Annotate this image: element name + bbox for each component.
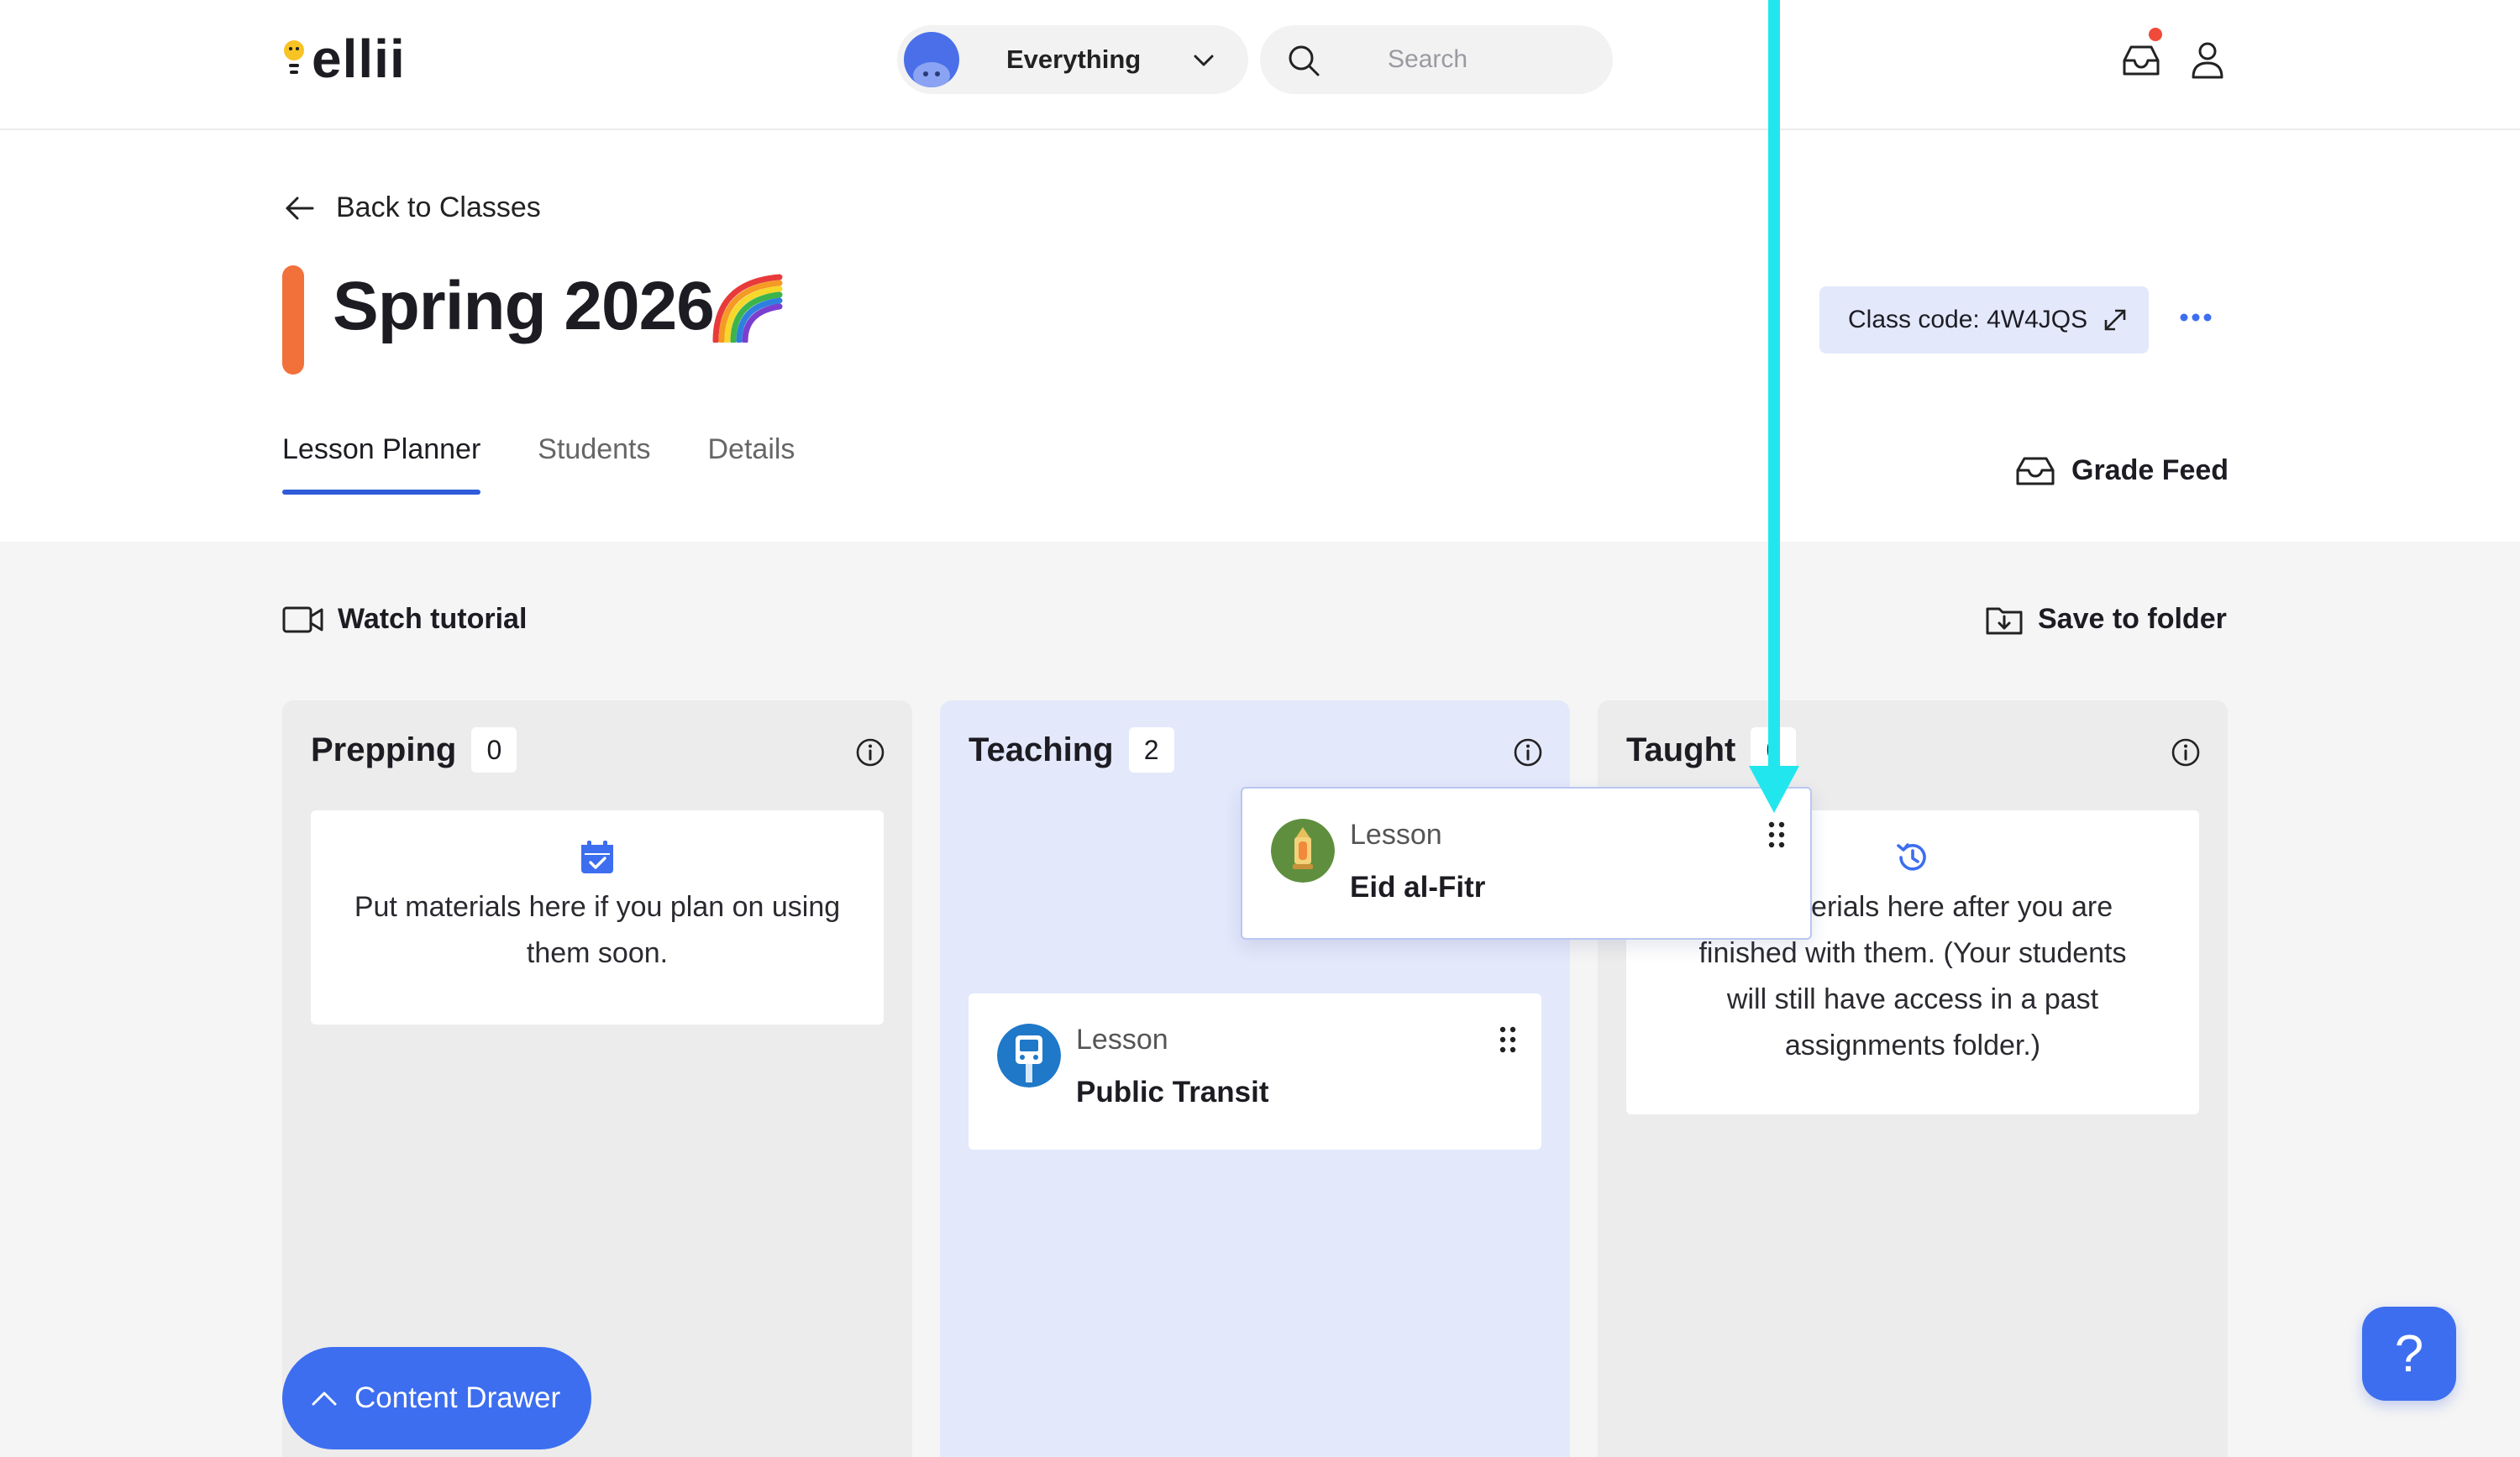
video-icon (282, 606, 323, 632)
content-drawer-label: Content Drawer (354, 1381, 561, 1414)
grade-feed-button[interactable]: Grade Feed (2014, 452, 2229, 489)
calendar-check-icon (581, 841, 613, 873)
save-to-folder-label: Save to folder (2038, 603, 2227, 635)
card-title: Eid al-Fitr (1350, 871, 1486, 904)
card-type-label: Lesson (1076, 1024, 1168, 1056)
inbox-icon[interactable] (2121, 42, 2161, 79)
column-title: Taught (1626, 731, 1736, 768)
column-title: Teaching (969, 731, 1114, 768)
prepping-placeholder-text: Put materials here if you plan on using … (354, 891, 841, 969)
content-filter-dropdown[interactable]: Everything (897, 25, 1248, 94)
search-bar (1260, 25, 1613, 94)
search-icon[interactable] (1287, 44, 1320, 77)
save-to-folder-button[interactable]: Save to folder (1986, 603, 2227, 636)
history-icon (1897, 843, 1926, 871)
tab-students[interactable]: Students (538, 433, 650, 495)
card-type-label: Lesson (1350, 819, 1442, 851)
info-icon[interactable] (855, 737, 885, 768)
back-to-classes-label: Back to Classes (336, 191, 541, 223)
lantern-thumbnail-icon (1271, 819, 1335, 883)
rainbow-icon (712, 274, 783, 343)
drag-handle-icon[interactable] (1498, 1025, 1518, 1054)
prepping-empty-placeholder: Put materials here if you plan on using … (311, 810, 884, 1025)
column-title: Prepping (311, 731, 457, 768)
top-navigation-bar: ellii Everything (0, 0, 2520, 130)
chevron-up-icon (312, 1391, 337, 1406)
lesson-card-public-transit[interactable]: Lesson Public Transit (969, 993, 1541, 1150)
user-icon[interactable] (2191, 40, 2224, 79)
column-count-badge: 0 (471, 727, 517, 773)
tab-details[interactable]: Details (708, 433, 795, 495)
tab-lesson-planner[interactable]: Lesson Planner (282, 433, 481, 495)
bus-stop-thumbnail-icon (997, 1024, 1061, 1088)
expand-icon (2104, 309, 2126, 331)
column-count-badge: 2 (1128, 727, 1174, 773)
info-icon[interactable] (2171, 737, 2201, 768)
ellii-logo[interactable]: ellii (281, 25, 406, 92)
drag-handle-icon[interactable] (1767, 820, 1787, 849)
chevron-down-icon (1194, 55, 1214, 66)
logo-wordmark: ellii (312, 29, 406, 89)
lesson-card-eid-al-fitr[interactable]: Lesson Eid al-Fitr (1241, 787, 1812, 940)
grade-feed-label: Grade Feed (2071, 453, 2229, 486)
column-header: Prepping 0 (311, 727, 517, 773)
watch-tutorial-button[interactable]: Watch tutorial (282, 603, 527, 636)
class-title: Spring 2026 (333, 268, 715, 344)
more-icon[interactable] (2179, 311, 2213, 324)
info-icon[interactable] (1513, 737, 1543, 768)
class-code-button[interactable]: Class code: 4W4JQS (1819, 286, 2149, 354)
drag-direction-arrow (1749, 0, 1799, 813)
class-color-bar (282, 265, 304, 375)
notification-dot (2149, 28, 2162, 41)
column-header: Teaching 2 (969, 727, 1174, 773)
column-prepping[interactable]: Prepping 0 Put materials here if you pla… (282, 700, 912, 1457)
class-tabs: Lesson Planner Students Details (282, 433, 852, 495)
help-button[interactable]: ? (2362, 1307, 2456, 1401)
card-title: Public Transit (1076, 1076, 1269, 1108)
filter-avatar-icon (904, 32, 959, 87)
arrow-left-icon (286, 197, 314, 219)
inbox-icon (2016, 457, 2055, 485)
content-drawer-button[interactable]: Content Drawer (282, 1347, 591, 1449)
watch-tutorial-label: Watch tutorial (338, 603, 528, 635)
search-input[interactable] (1386, 40, 1596, 79)
folder-download-icon (1986, 607, 2023, 634)
back-to-classes-link[interactable]: Back to Classes (284, 191, 541, 224)
help-question-mark: ? (2394, 1324, 2424, 1383)
class-code-label: Class code: 4W4JQS (1848, 306, 2088, 333)
lightbulb-icon (284, 40, 304, 74)
filter-label: Everything (1006, 45, 1142, 74)
